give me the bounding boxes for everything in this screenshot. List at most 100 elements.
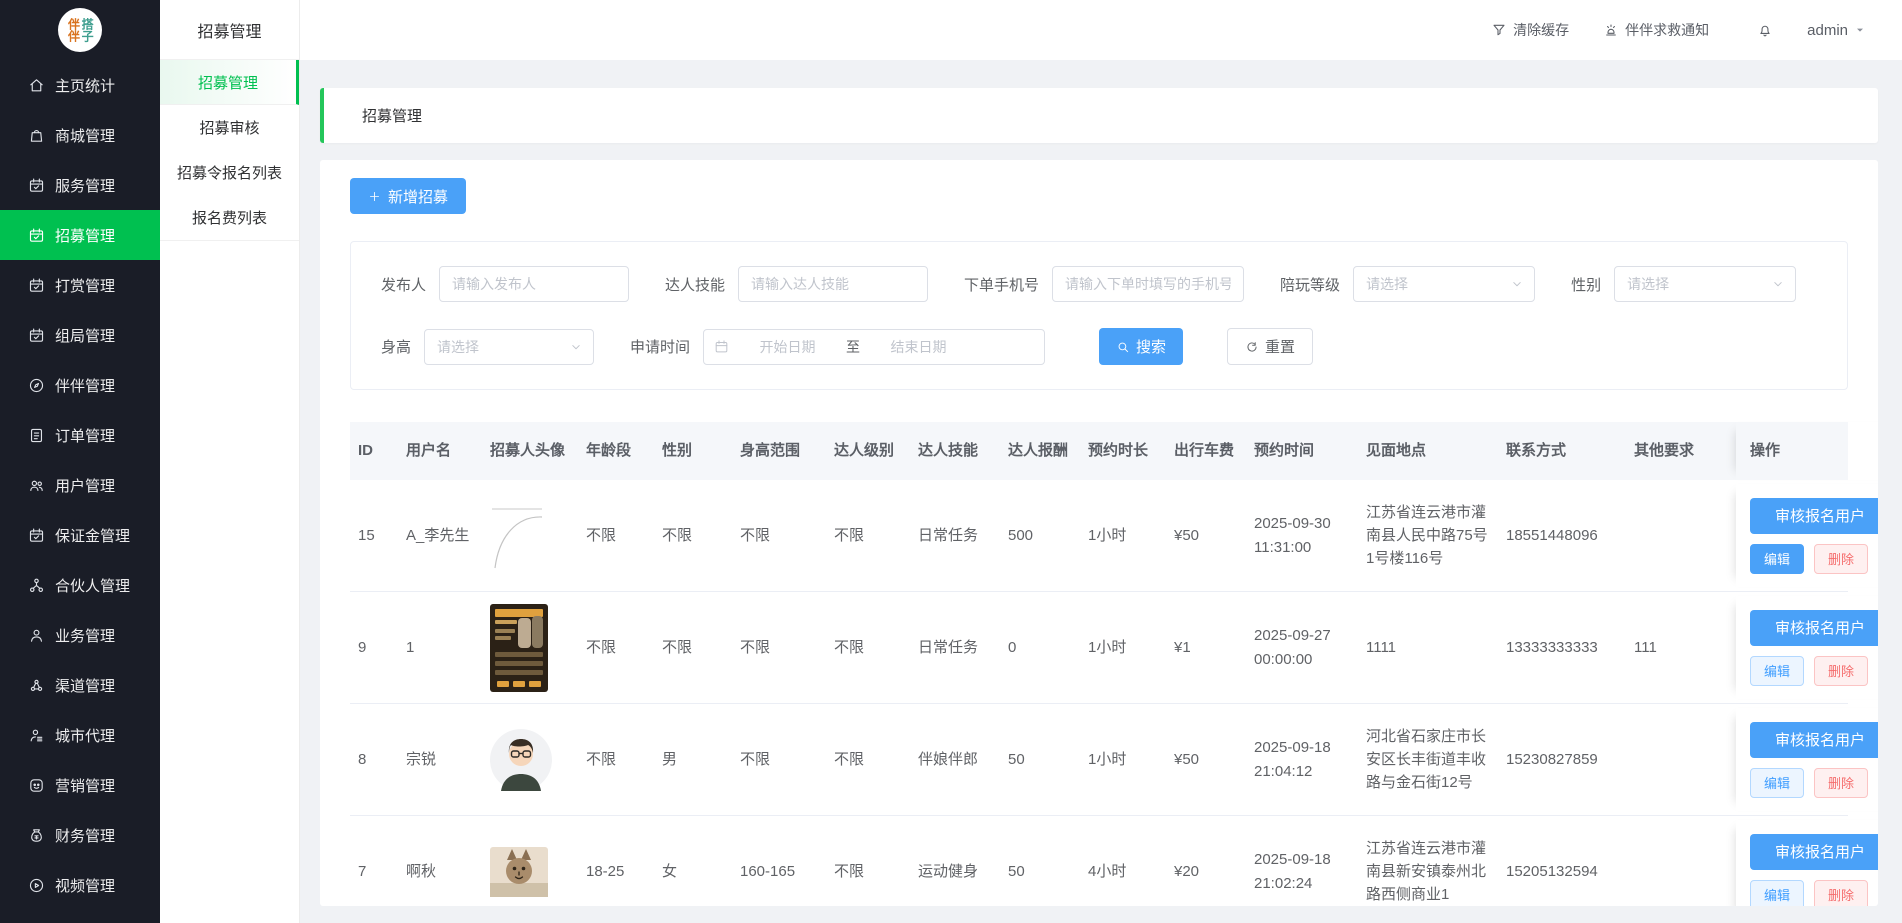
cell-value: ¥50 [1174,527,1199,544]
cat-avatar [490,847,568,897]
delete-button-label: 删除 [1828,552,1854,567]
edit-button[interactable]: 编辑 [1750,656,1804,686]
sidebar-item-组局管理[interactable]: 组局管理 [0,310,160,360]
sidebar-item-服务管理[interactable]: 服务管理 [0,160,160,210]
cell-username: 啊秋 [398,860,482,883]
cell-value: ¥20 [1174,863,1199,880]
order-phone-field-group: 下单手机号 [964,266,1244,302]
companion-level-select[interactable]: 请选择 [1353,266,1535,302]
home-icon [28,77,45,94]
cell-value: 2025-09-30 11:31:00 [1254,515,1331,555]
cell-id: 9 [350,636,398,659]
delete-button[interactable]: 删除 [1814,768,1868,798]
clear-cache-button[interactable]: 清除缓存 [1491,20,1569,40]
cell-value: 不限 [834,639,864,656]
subnav-item-招募管理[interactable]: 招募管理 [160,60,299,105]
subnav-item-报名费列表[interactable]: 报名费列表 [160,195,299,240]
cell-contact: 18551448096 [1498,524,1626,547]
sidebar-item-财务管理[interactable]: 财务管理 [0,810,160,860]
cell-value: 160-165 [740,863,795,880]
table-row: 7啊秋18-25女160-165不限运动健身504小时¥202025-09-18… [350,816,1848,906]
cell-value: 不限 [662,639,692,656]
height-select[interactable]: 请选择 [424,329,594,365]
sidebar-item-城市代理[interactable]: 城市代理 [0,710,160,760]
cell-id: 7 [350,860,398,883]
sidebar-item-label: 服务管理 [55,175,115,196]
edit-button-label: 编辑 [1764,552,1790,567]
sidebar-item-业务管理[interactable]: 业务管理 [0,610,160,660]
sidebar-item-伴伴管理[interactable]: 伴伴管理 [0,360,160,410]
notification-bell-button[interactable] [1757,22,1773,38]
cell-contact: 15230827859 [1498,748,1626,771]
order-phone-input[interactable] [1052,266,1244,302]
cell-value: 不限 [740,639,770,656]
subnav-item-招募令报名列表[interactable]: 招募令报名列表 [160,150,299,195]
sidebar-item-渠道管理[interactable]: 渠道管理 [0,660,160,710]
review-applicants-button[interactable]: 审核报名用户 [1750,834,1878,870]
header-cell-address: 见面地点 [1358,441,1498,461]
delete-button-label: 删除 [1828,888,1854,903]
user-menu[interactable]: admin [1807,22,1868,39]
cell-age_range: 不限 [578,636,654,659]
cell-value: 500 [1008,527,1033,544]
reset-button[interactable]: 重置 [1227,328,1313,365]
add-recruit-button[interactable]: 新增招募 [350,178,466,214]
row-mini-actions: 编辑删除 [1750,768,1878,798]
subnav-item-招募审核[interactable]: 招募审核 [160,105,299,150]
talent-skill-input[interactable] [738,266,928,302]
publisher-input[interactable] [439,266,629,302]
apply-time-daterange[interactable]: 至 [703,329,1045,365]
search-icon [1116,340,1130,354]
sidebar-item-合伙人管理[interactable]: 合伙人管理 [0,560,160,610]
review-applicants-button[interactable]: 审核报名用户 [1750,498,1878,534]
cell-avatar [482,502,578,570]
man-avatar [490,729,568,791]
topbar: 清除缓存 伴伴求救通知 admin [300,0,1902,60]
apply-time-end-input[interactable] [866,339,971,355]
sidebar-item-商城管理[interactable]: 商城管理 [0,110,160,160]
delete-button[interactable]: 删除 [1814,544,1868,574]
sidebar-item-保证金管理[interactable]: 保证金管理 [0,510,160,560]
delete-button[interactable]: 删除 [1814,656,1868,686]
cell-address: 江苏省连云港市灌南县人民中路75号1号楼116号 [1358,501,1498,571]
sidebar-item-主页统计[interactable]: 主页统计 [0,60,160,110]
edit-button[interactable]: 编辑 [1750,768,1804,798]
cell-value: 13333333333 [1506,639,1598,656]
height-field-group: 身高请选择 [381,329,594,365]
sidebar-item-营销管理[interactable]: 营销管理 [0,760,160,810]
actions-cell: 审核报名用户编辑删除 [1736,708,1878,811]
sos-notice-button[interactable]: 伴伴求救通知 [1603,20,1709,40]
breadcrumb: 招募管理 [320,88,1878,143]
sidebar-item-打赏管理[interactable]: 打赏管理 [0,260,160,310]
cell-height_range: 不限 [732,748,826,771]
brand-logo-text-left: 伴伴 [67,18,80,42]
cell-value: 111 [1634,639,1657,656]
edit-button[interactable]: 编辑 [1750,544,1804,574]
delete-button[interactable]: 删除 [1814,880,1868,907]
sidebar-menu: 主页统计商城管理服务管理招募管理打赏管理组局管理伴伴管理订单管理用户管理保证金管… [0,60,160,910]
sidebar-item-label: 商城管理 [55,125,115,146]
sidebar-item-招募管理[interactable]: 招募管理 [0,210,160,260]
marketing-face-icon [28,777,45,794]
refresh-icon [1245,340,1259,354]
sidebar-item-用户管理[interactable]: 用户管理 [0,460,160,510]
business-user-icon [28,627,45,644]
review-applicants-button[interactable]: 审核报名用户 [1750,610,1878,646]
cell-value: 18-25 [586,863,624,880]
page-content: 招募管理 新增招募 发布人达人技能下单手机号陪玩等级请选择性别请选择 身高请选择… [300,60,1902,923]
edit-button[interactable]: 编辑 [1750,880,1804,907]
cell-appoint_time: 2025-09-18 21:02:24 [1246,848,1358,895]
cell-reward: 50 [1000,748,1080,771]
sidebar-item-视频管理[interactable]: 视频管理 [0,860,160,910]
search-button[interactable]: 搜索 [1099,328,1183,365]
apply-time-start-input[interactable] [735,339,840,355]
cell-username: 1 [398,636,482,659]
cell-duration: 1小时 [1080,748,1166,771]
gender-select[interactable]: 请选择 [1614,266,1796,302]
channel-nodes-icon [28,677,45,694]
reward-calendar-icon [28,277,45,294]
order-doc-icon [28,427,45,444]
sidebar-item-订单管理[interactable]: 订单管理 [0,410,160,460]
review-applicants-button[interactable]: 审核报名用户 [1750,722,1878,758]
cell-value: 50 [1008,863,1025,880]
